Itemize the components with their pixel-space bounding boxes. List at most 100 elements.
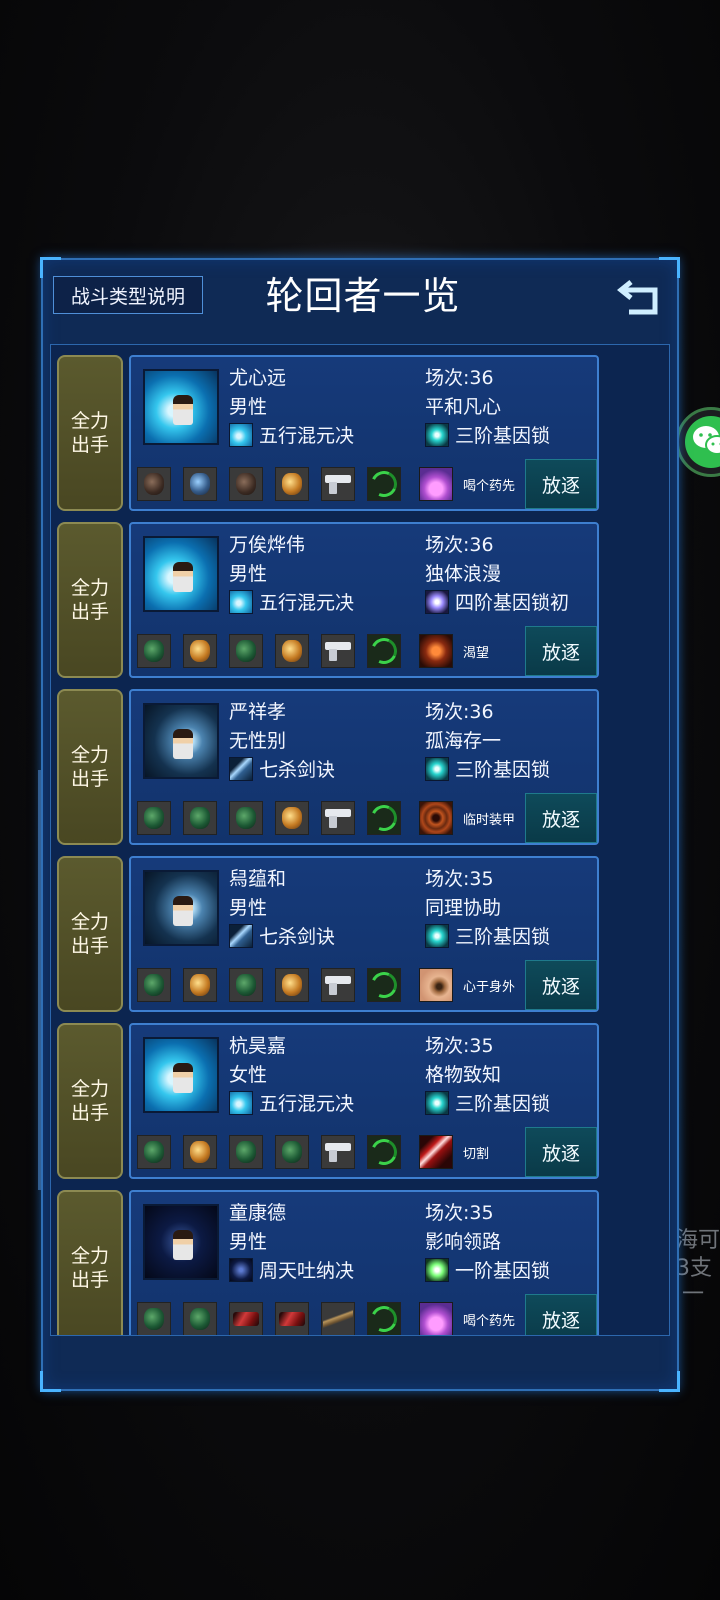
battle-mode-button[interactable]: 全力 出手 bbox=[57, 355, 123, 511]
return-arrow-icon bbox=[616, 280, 658, 315]
green-gem-equipment-icon[interactable] bbox=[137, 968, 171, 1002]
wechat-icon bbox=[685, 416, 720, 468]
star-portrait[interactable] bbox=[143, 1204, 219, 1280]
battle-mode-label: 全力 bbox=[70, 1245, 109, 1267]
list-corner bbox=[657, 1323, 669, 1335]
character-trait: 影响领路 bbox=[425, 1231, 502, 1253]
potion-icon[interactable] bbox=[419, 1302, 453, 1335]
exile-button[interactable]: 放逐 bbox=[525, 793, 597, 843]
battle-mode-label: 出手 bbox=[70, 601, 109, 623]
battle-mode-button[interactable]: 全力 出手 bbox=[57, 689, 123, 845]
green-gem-equipment-icon[interactable] bbox=[229, 801, 263, 835]
battle-mode-label: 出手 bbox=[70, 935, 109, 957]
character-gender: 男性 bbox=[229, 897, 268, 919]
armor-equipment-icon[interactable] bbox=[367, 801, 401, 835]
exile-button[interactable]: 放逐 bbox=[525, 459, 597, 509]
potion-icon[interactable] bbox=[419, 467, 453, 501]
green-gem-equipment-icon[interactable] bbox=[137, 634, 171, 668]
gold-gem-equipment-icon[interactable] bbox=[183, 1135, 217, 1169]
blade-portrait[interactable] bbox=[143, 703, 219, 779]
gun-equipment-icon[interactable] bbox=[321, 467, 355, 501]
stick-equipment-icon[interactable] bbox=[321, 1302, 355, 1335]
armor-equipment-icon[interactable] bbox=[367, 1135, 401, 1169]
swirl-portrait[interactable] bbox=[143, 369, 219, 445]
gene-lock-level: 三阶基因锁 bbox=[455, 926, 551, 948]
gold-gem-equipment-icon[interactable] bbox=[183, 634, 217, 668]
cut-icon[interactable] bbox=[419, 1135, 453, 1169]
green-gem-equipment-icon[interactable] bbox=[137, 1135, 171, 1169]
cyan-gene-icon bbox=[425, 924, 449, 948]
reincarnator-card: 童康德 男性 周天吐纳决 场次:35 影响领路 一阶基因锁 喝个药先 放逐 bbox=[129, 1190, 599, 1335]
green-gem-equipment-icon[interactable] bbox=[183, 1302, 217, 1335]
gene-lock-level: 三阶基因锁 bbox=[455, 759, 551, 781]
green-gem-equipment-icon[interactable] bbox=[275, 1135, 309, 1169]
character-name: 严祥孝 bbox=[229, 701, 287, 723]
panel-corner bbox=[659, 1371, 680, 1392]
blade-portrait[interactable] bbox=[143, 870, 219, 946]
gun-equipment-icon[interactable] bbox=[321, 801, 355, 835]
character-trait: 独体浪漫 bbox=[425, 563, 502, 585]
gold-gem-equipment-icon[interactable] bbox=[275, 968, 309, 1002]
green-gem-equipment-icon[interactable] bbox=[137, 1302, 171, 1335]
gene-lock-level: 三阶基因锁 bbox=[455, 425, 551, 447]
armor-equipment-icon[interactable] bbox=[367, 1302, 401, 1335]
character-name: 万俟烨伟 bbox=[229, 534, 306, 556]
battle-mode-button[interactable]: 全力 出手 bbox=[57, 856, 123, 1012]
cyan-gene-icon bbox=[425, 423, 449, 447]
back-button[interactable] bbox=[616, 272, 665, 320]
reincarnator-card: 杭昊嘉 女性 五行混元决 场次:35 格物致知 三阶基因锁 切割 放逐 bbox=[129, 1023, 599, 1179]
scrollbar[interactable] bbox=[38, 770, 41, 1190]
exile-button[interactable]: 放逐 bbox=[525, 1294, 597, 1335]
eye-icon[interactable] bbox=[419, 968, 453, 1002]
match-count: 场次:36 bbox=[425, 534, 494, 556]
battle-type-help-button[interactable]: 战斗类型说明 bbox=[53, 276, 203, 314]
dark-gem-equipment-icon[interactable] bbox=[137, 467, 171, 501]
battle-mode-label: 出手 bbox=[70, 1102, 109, 1124]
reincarnator-card: 尤心远 男性 五行混元决 场次:36 平和凡心 三阶基因锁 喝个药先 放逐 bbox=[129, 355, 599, 511]
green-gem-equipment-icon[interactable] bbox=[229, 634, 263, 668]
reincarnator-list[interactable]: 全力 出手 尤心远 男性 五行混元决 场次:36 平和凡心 三阶基因锁 喝个药先 … bbox=[50, 344, 670, 1336]
battle-mode-button[interactable]: 全力 出手 bbox=[57, 1190, 123, 1335]
gun-equipment-icon[interactable] bbox=[321, 968, 355, 1002]
character-name: 童康德 bbox=[229, 1202, 287, 1224]
skill-name: 五行混元决 bbox=[259, 592, 355, 614]
armor-equipment-icon[interactable] bbox=[367, 634, 401, 668]
armor-equipment-icon[interactable] bbox=[367, 968, 401, 1002]
blade-skill-icon bbox=[229, 757, 253, 781]
ability-name: 喝个药先 bbox=[463, 1314, 516, 1329]
reincarnator-list-panel: 战斗类型说明 轮回者一览 全力 出手 尤心远 男性 五行混元决 场次:36 平和凡… bbox=[40, 257, 680, 1392]
red-gem-equipment-icon[interactable] bbox=[275, 1302, 309, 1335]
background-text: 一 bbox=[682, 1282, 705, 1307]
gold-gem-equipment-icon[interactable] bbox=[275, 467, 309, 501]
green-gem-equipment-icon[interactable] bbox=[229, 968, 263, 1002]
green-gem-equipment-icon[interactable] bbox=[137, 801, 171, 835]
ability-name: 心于身外 bbox=[463, 980, 516, 995]
battle-mode-button[interactable]: 全力 出手 bbox=[57, 1023, 123, 1179]
claw-icon[interactable] bbox=[419, 634, 453, 668]
blue-gem-equipment-icon[interactable] bbox=[183, 467, 217, 501]
reincarnator-row: 全力 出手 杭昊嘉 女性 五行混元决 场次:35 格物致知 三阶基因锁 切割 放逐 bbox=[57, 1023, 599, 1179]
gun-equipment-icon[interactable] bbox=[321, 1135, 355, 1169]
cyan-gene-icon bbox=[425, 1091, 449, 1115]
dark-gem-equipment-icon[interactable] bbox=[229, 467, 263, 501]
swirl-portrait[interactable] bbox=[143, 1037, 219, 1113]
gene-lock-level: 三阶基因锁 bbox=[455, 1093, 551, 1115]
wechat-share-button[interactable] bbox=[676, 407, 720, 477]
exile-button[interactable]: 放逐 bbox=[525, 960, 597, 1010]
red-gem-equipment-icon[interactable] bbox=[229, 1302, 263, 1335]
gold-gem-equipment-icon[interactable] bbox=[275, 801, 309, 835]
list-corner bbox=[657, 345, 669, 357]
shield-icon[interactable] bbox=[419, 801, 453, 835]
green-gem-equipment-icon[interactable] bbox=[183, 801, 217, 835]
battle-mode-button[interactable]: 全力 出手 bbox=[57, 522, 123, 678]
green-gene-icon bbox=[425, 1258, 449, 1282]
gold-gem-equipment-icon[interactable] bbox=[275, 634, 309, 668]
character-gender: 男性 bbox=[229, 396, 268, 418]
exile-button[interactable]: 放逐 bbox=[525, 1127, 597, 1177]
exile-button[interactable]: 放逐 bbox=[525, 626, 597, 676]
gold-gem-equipment-icon[interactable] bbox=[183, 968, 217, 1002]
gun-equipment-icon[interactable] bbox=[321, 634, 355, 668]
swirl-portrait[interactable] bbox=[143, 536, 219, 612]
armor-equipment-icon[interactable] bbox=[367, 467, 401, 501]
green-gem-equipment-icon[interactable] bbox=[229, 1135, 263, 1169]
